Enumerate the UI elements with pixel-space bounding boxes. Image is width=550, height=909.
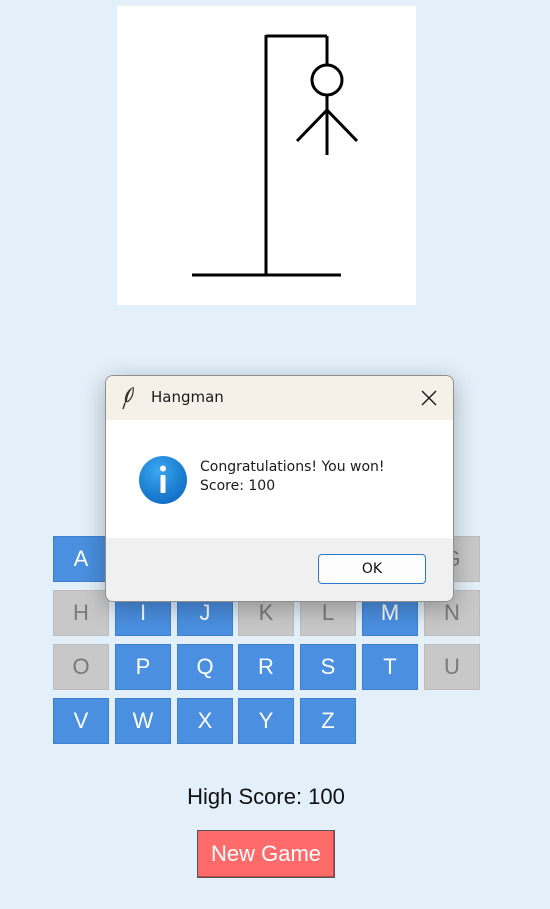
key-o: O <box>53 644 109 690</box>
figure-right-arm <box>325 108 359 143</box>
key-r[interactable]: R <box>238 644 294 690</box>
key-t[interactable]: T <box>362 644 418 690</box>
info-icon <box>138 455 188 510</box>
key-v[interactable]: V <box>53 698 109 744</box>
dialog-body: Congratulations! You won! Score: 100 <box>106 420 453 538</box>
key-y[interactable]: Y <box>238 698 294 744</box>
ok-button[interactable]: OK <box>318 554 426 584</box>
figure-head <box>310 63 344 97</box>
figure-left-arm <box>295 108 329 143</box>
dialog-message-line: Congratulations! You won! <box>200 459 385 475</box>
key-u: U <box>424 644 480 690</box>
key-s[interactable]: S <box>300 644 356 690</box>
key-x[interactable]: X <box>177 698 233 744</box>
dialog-message: Congratulations! You won! Score: 100 <box>200 458 385 496</box>
dialog-titlebar[interactable]: Hangman <box>106 376 453 420</box>
key-p[interactable]: P <box>115 644 171 690</box>
key-q[interactable]: Q <box>177 644 233 690</box>
close-icon[interactable] <box>419 388 439 408</box>
key-a[interactable]: A <box>53 536 109 582</box>
dialog-title: Hangman <box>151 388 224 406</box>
dialog-footer: OK <box>106 538 453 601</box>
message-dialog: Hangman Congratulations! You won! Score:… <box>105 375 454 602</box>
key-w[interactable]: W <box>115 698 171 744</box>
key-h: H <box>53 590 109 636</box>
new-game-button[interactable]: New Game <box>197 830 335 878</box>
key-z[interactable]: Z <box>300 698 356 744</box>
dialog-score-line: Score: 100 <box>200 478 276 494</box>
hangman-canvas <box>117 6 416 305</box>
hangman-drawing <box>192 34 359 277</box>
feather-icon <box>122 386 136 415</box>
high-score-label: High Score: 100 <box>187 784 345 809</box>
